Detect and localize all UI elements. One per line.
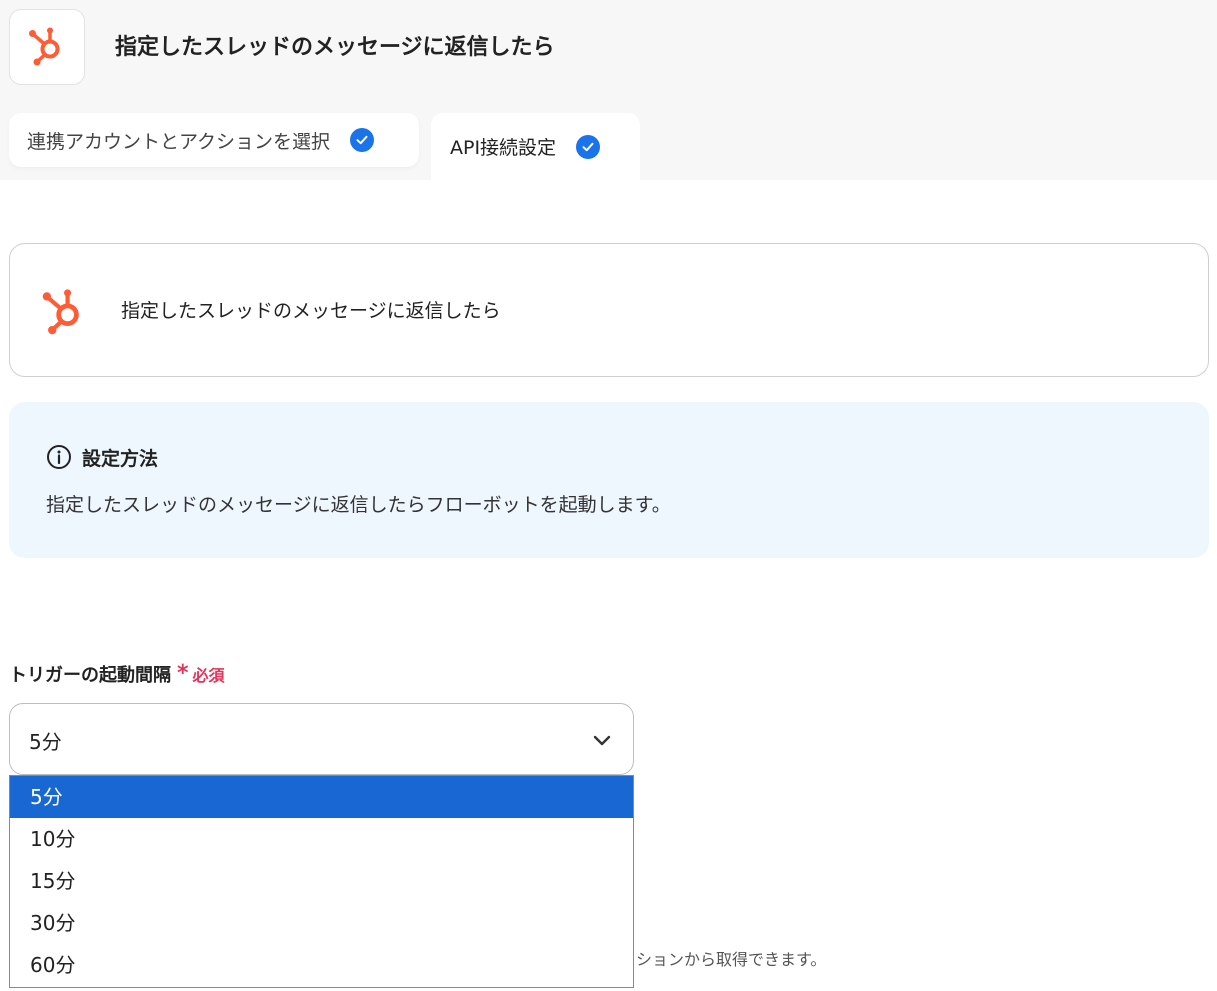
info-box: 設定方法 指定したスレッドのメッセージに返信したらフローボットを起動します。: [9, 402, 1209, 558]
check-icon: [576, 134, 601, 159]
action-card: 指定したスレッドのメッセージに返信したら: [9, 243, 1209, 377]
interval-dropdown-list: 5分 10分 15分 30分 60分: [9, 775, 634, 988]
info-heading-label: 設定方法: [82, 447, 159, 470]
option-10min[interactable]: 10分: [10, 818, 633, 860]
tab-label: API接続設定: [450, 137, 557, 159]
app-logo-tile: [9, 9, 85, 85]
info-heading: 設定方法: [46, 443, 158, 471]
page-title: 指定したスレッドのメッセージに返信したら: [115, 35, 555, 60]
action-card-title: 指定したスレッドのメッセージに返信したら: [121, 300, 501, 322]
hubspot-logo-icon: [38, 284, 90, 340]
field-label-text: トリガーの起動間隔: [9, 665, 171, 686]
hubspot-logo-icon: [25, 23, 69, 71]
info-icon: [47, 445, 71, 469]
tab-api-settings[interactable]: API接続設定: [431, 113, 640, 180]
option-15min[interactable]: 15分: [10, 860, 633, 902]
select-value: 5分: [29, 730, 62, 754]
required-star: *: [177, 661, 189, 686]
chevron-down-icon: [593, 732, 611, 751]
option-5min[interactable]: 5分: [10, 776, 633, 818]
tab-label: 連携アカウントとアクションを選択: [27, 130, 331, 153]
page: 指定したスレッドのメッセージに返信したら 連携アカウントとアクションを選択 AP…: [0, 0, 1217, 991]
trigger-interval-select[interactable]: 5分: [9, 703, 634, 775]
help-text: ションから取得できます。: [636, 950, 827, 969]
info-text: 指定したスレッドのメッセージに返信したらフローボットを起動します。: [46, 494, 671, 516]
required-text: 必須: [192, 666, 225, 685]
trigger-interval-label: トリガーの起動間隔 * 必須: [9, 660, 225, 688]
option-60min[interactable]: 60分: [10, 944, 633, 986]
header: 指定したスレッドのメッセージに返信したら 連携アカウントとアクションを選択 AP…: [0, 0, 1217, 180]
option-30min[interactable]: 30分: [10, 902, 633, 944]
check-icon: [350, 128, 375, 152]
tab-account-action[interactable]: 連携アカウントとアクションを選択: [9, 113, 419, 167]
